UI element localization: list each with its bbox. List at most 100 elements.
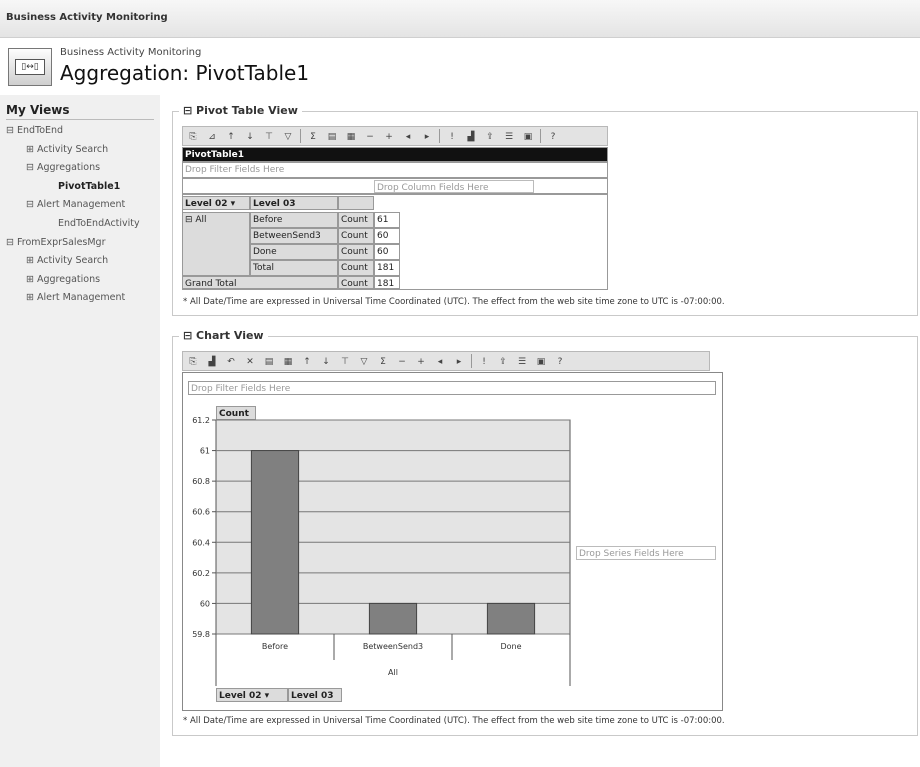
grand-total-value: 181	[374, 276, 400, 289]
y-tick-label: 61	[200, 447, 210, 456]
sidebar-tree-item[interactable]: PivotTable1	[0, 178, 160, 197]
sort-ascending-icon[interactable]: ↑	[299, 354, 315, 369]
by-row-column-icon[interactable]: ▦	[280, 354, 296, 369]
sidebar-tree-item[interactable]: ⊟ FromExprSalesMgr	[0, 234, 160, 253]
hide-details-icon[interactable]: ◂	[432, 354, 448, 369]
hide-details-icon[interactable]: ◂	[400, 129, 416, 144]
pivot-toolbar: ⎘ ⊿ ↑ ↓ ⊤ ▽ Σ ▤ ▦ − + ◂ ▸ ! ▟ ⇪ ☰ ▣ ?	[182, 126, 608, 146]
y-tick-label: 60.8	[192, 477, 210, 486]
show-details-icon[interactable]: ▸	[419, 129, 435, 144]
expand-icon[interactable]: +	[381, 129, 397, 144]
bar	[486, 602, 536, 635]
pivot-row-label[interactable]: Done	[250, 244, 338, 260]
bar-chart: 61.2 61 60.8 60.6 60.4 60.2 60 59.8 Before Betwee…	[192, 416, 571, 686]
properties-icon[interactable]: ▣	[520, 129, 536, 144]
page-title: Aggregation: PivotTable1	[60, 61, 310, 85]
pivot-row-value: 61	[374, 212, 400, 228]
refresh-icon[interactable]: !	[476, 354, 492, 369]
calculated-total-icon[interactable]: ▤	[324, 129, 340, 144]
sidebar-tree-item[interactable]: ⊞ Alert Management	[0, 289, 160, 308]
pivot-view-legend[interactable]: ⊟ Pivot Table View	[179, 104, 302, 117]
pivot-table-name: PivotTable1	[182, 147, 608, 162]
subtotal-icon[interactable]: Σ	[305, 129, 321, 144]
chart-toggle-icon[interactable]: ▟	[463, 129, 479, 144]
chart-level2-button[interactable]: Level 02 ▾	[216, 688, 288, 702]
bar	[368, 602, 418, 635]
app-title: Business Activity Monitoring	[6, 12, 168, 23]
sidebar-tree-item[interactable]: EndToEndActivity	[0, 215, 160, 234]
pivot-row-label[interactable]: Total	[250, 260, 338, 276]
sidebar-tree-item[interactable]: ⊞ Aggregations	[0, 271, 160, 290]
pivot-row-measure: Count	[338, 228, 374, 244]
pivot-row-value: 60	[374, 228, 400, 244]
refresh-icon[interactable]: !	[444, 129, 460, 144]
pivot-row-measure: Count	[338, 244, 374, 260]
expand-icon[interactable]: +	[413, 354, 429, 369]
sidebar-tree-item[interactable]: ⊟ Aggregations	[0, 159, 160, 178]
field-list-icon[interactable]: ☰	[514, 354, 530, 369]
y-tick-label: 59.8	[192, 630, 210, 639]
export-icon[interactable]: ⇪	[482, 129, 498, 144]
pivot-all-member[interactable]: ⊟ All	[182, 212, 250, 276]
pivot-row-value: 181	[374, 260, 400, 276]
help-icon[interactable]: ?	[552, 354, 568, 369]
sidebar-tree-item[interactable]: ⊞ Activity Search	[0, 252, 160, 271]
level2-field-button[interactable]: Level 02 ▾	[182, 196, 250, 210]
x-category-label: Done	[500, 642, 521, 651]
show-top-icon[interactable]: ⊤	[261, 129, 277, 144]
pivot-row-measure: Count	[338, 260, 374, 276]
delete-icon[interactable]: ✕	[242, 354, 258, 369]
chart-view-legend[interactable]: ⊟ Chart View	[179, 329, 268, 342]
sidebar-tree-item[interactable]: ⊞ Activity Search	[0, 141, 160, 160]
export-icon[interactable]: ⇪	[495, 354, 511, 369]
help-icon[interactable]: ?	[545, 129, 561, 144]
show-details-icon[interactable]: ▸	[451, 354, 467, 369]
drop-filter-zone[interactable]: Drop Filter Fields Here	[182, 162, 608, 178]
bar	[250, 450, 300, 635]
pivot-row-label[interactable]: BetweenSend3	[250, 228, 338, 244]
autofilter-icon[interactable]: ⊿	[204, 129, 220, 144]
copy-icon[interactable]: ⎘	[185, 129, 201, 144]
sidebar-heading: My Views	[6, 103, 154, 120]
chart-level3-button[interactable]: Level 03	[288, 688, 342, 702]
sidebar-tree-item[interactable]: ⊟ EndToEnd	[0, 122, 160, 141]
field-list-icon[interactable]: ☰	[501, 129, 517, 144]
show-top-icon[interactable]: ⊤	[337, 354, 353, 369]
copy-icon[interactable]: ⎘	[185, 354, 201, 369]
y-tick-label: 61.2	[192, 416, 210, 425]
page-header: ▯↔▯ Business Activity Monitoring Aggrega…	[0, 38, 920, 94]
level3-field-button[interactable]: Level 03	[250, 196, 338, 210]
properties-icon[interactable]: ▣	[533, 354, 549, 369]
pivot-footnote: * All Date/Time are expressed in Univers…	[183, 297, 725, 307]
show-as-icon[interactable]: ▦	[343, 129, 359, 144]
x-group-label: All	[388, 668, 398, 677]
undo-icon[interactable]: ↶	[223, 354, 239, 369]
chart-footnote: * All Date/Time are expressed in Univers…	[183, 716, 725, 726]
pivot-header-spacer	[338, 196, 374, 210]
pivot-row-label[interactable]: Before	[250, 212, 338, 228]
collapse-icon[interactable]: −	[394, 354, 410, 369]
legend-icon[interactable]: ▤	[261, 354, 277, 369]
sidebar-tree: ⊟ EndToEnd ⊞ Activity Search ⊟ Aggregation…	[0, 122, 160, 308]
y-tick-label: 60.6	[192, 508, 210, 517]
chart-type-icon[interactable]: ▟	[204, 354, 220, 369]
y-tick-label: 60	[200, 599, 210, 608]
sort-descending-icon[interactable]: ↓	[318, 354, 334, 369]
chart-toolbar: ⎘ ▟ ↶ ✕ ▤ ▦ ↑ ↓ ⊤ ▽ Σ − + ◂ ▸ ! ⇪ ☰ ▣ ?	[182, 351, 710, 371]
sort-ascending-icon[interactable]: ↑	[223, 129, 239, 144]
filter-icon[interactable]: ▽	[356, 354, 372, 369]
x-category-label: BetweenSend3	[363, 642, 423, 651]
collapse-icon[interactable]: −	[362, 129, 378, 144]
pivot-row-measure: Count	[338, 212, 374, 228]
sidebar-tree-item[interactable]: ⊟ Alert Management	[0, 196, 160, 215]
drop-column-zone[interactable]: Drop Column Fields Here	[374, 180, 534, 193]
sort-descending-icon[interactable]: ↓	[242, 129, 258, 144]
sidebar: My Views ⊟ EndToEnd ⊞ Activity Search ⊟ Ag…	[0, 95, 160, 767]
subtotal-icon[interactable]: Σ	[375, 354, 391, 369]
x-category-label: Before	[262, 642, 288, 651]
y-tick-label: 60.4	[192, 538, 210, 547]
grand-total-measure: Count	[338, 276, 374, 289]
page-subtitle: Business Activity Monitoring	[60, 47, 202, 58]
filter-icon[interactable]: ▽	[280, 129, 296, 144]
y-tick-label: 60.2	[192, 569, 210, 578]
